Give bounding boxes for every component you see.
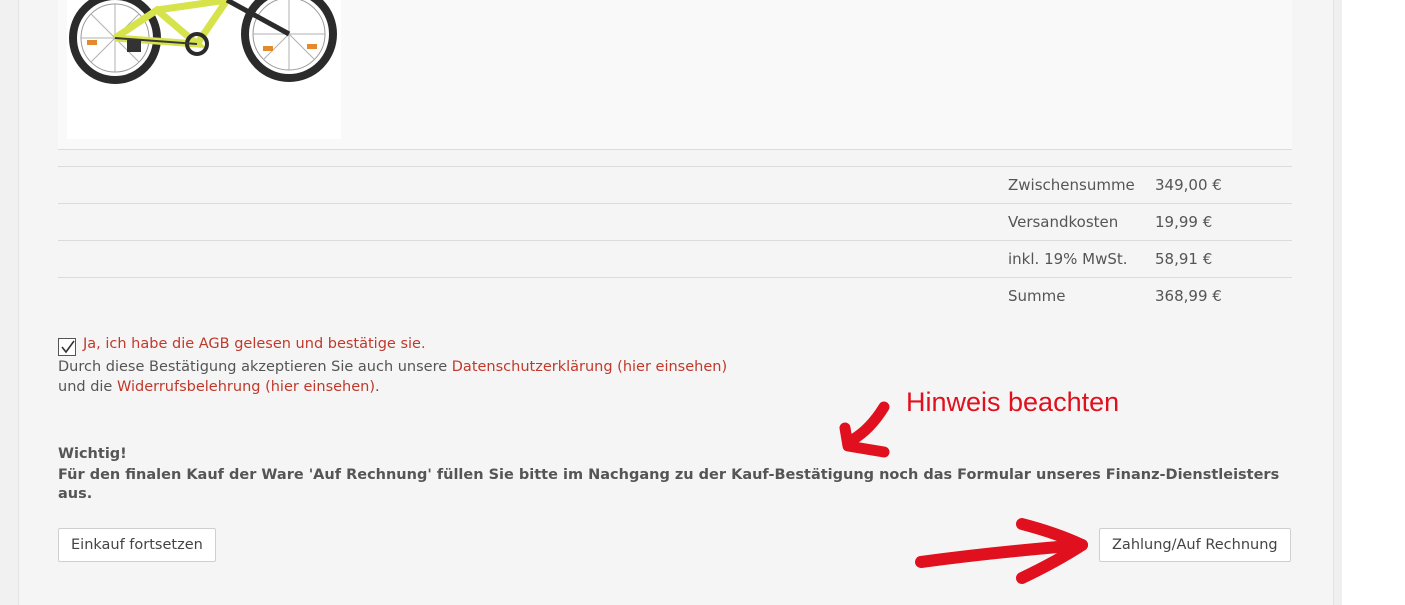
page-frame: Zwischensumme 349,00 € Versandkosten 19,…: [0, 0, 1405, 605]
red-arrow-icon: [839, 401, 1088, 584]
